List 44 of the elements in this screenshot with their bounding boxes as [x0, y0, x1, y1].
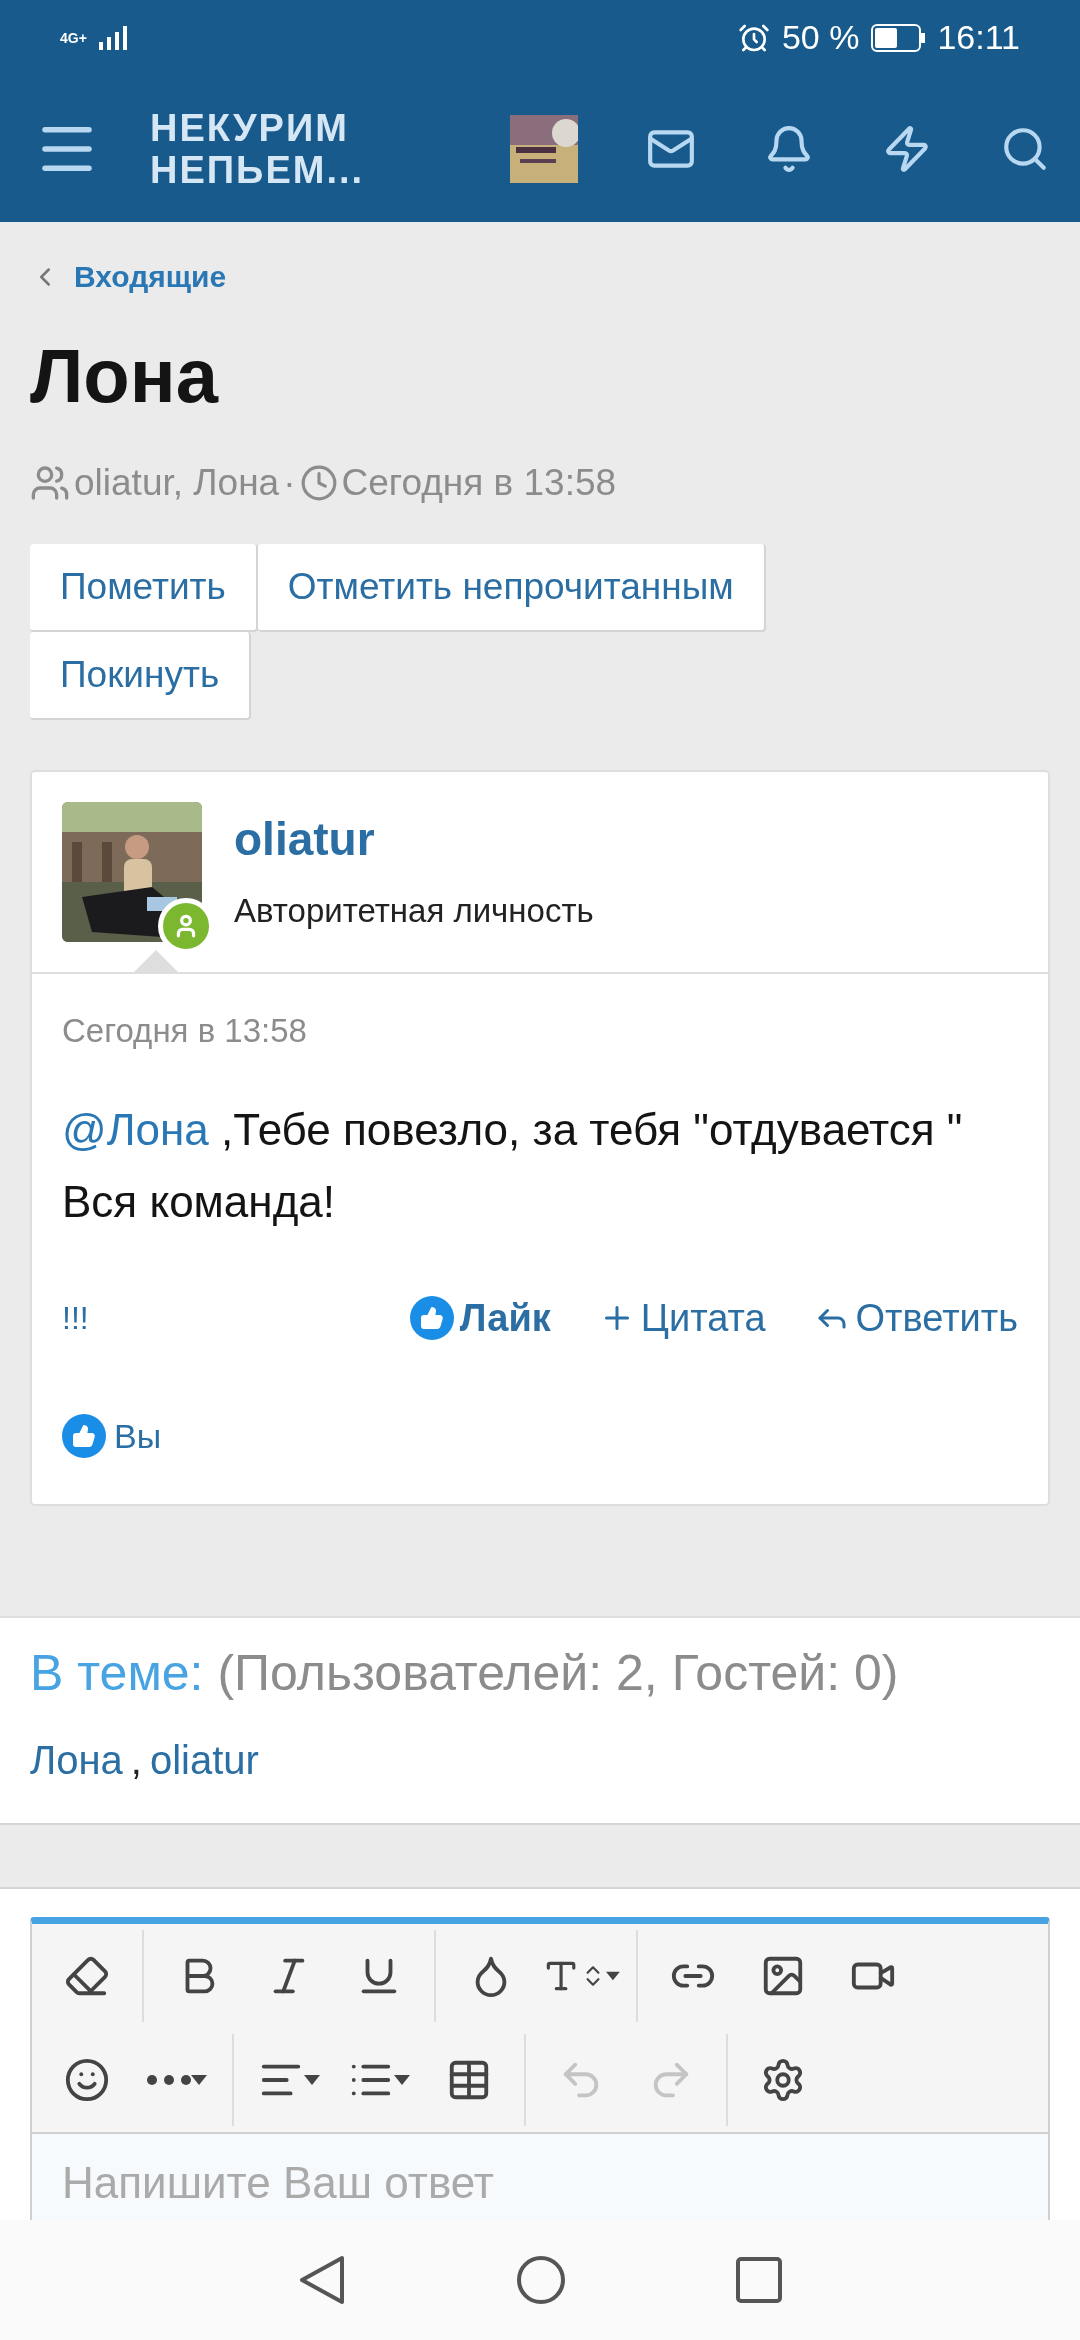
participants: oliatur, Лона [74, 462, 280, 504]
visitor-counts: (Пользователей: 2, Гостей: 0) [217, 1645, 899, 1701]
reactions-link[interactable]: Вы [114, 1416, 162, 1456]
user-link[interactable]: oliatur [149, 1738, 259, 1783]
in-thread-label: В теме: [30, 1645, 204, 1701]
smile-icon [64, 2057, 110, 2103]
like-icon [62, 1414, 106, 1458]
battery-icon [871, 23, 926, 52]
user-title: Авторитетная личность [234, 892, 594, 930]
separator: · [283, 462, 296, 504]
battery-percent: 50 % [781, 18, 860, 57]
separator: , [130, 1738, 142, 1783]
action-button[interactable]: Покинуть [30, 632, 252, 720]
caret-icon [191, 2075, 207, 2085]
conversation-title: Лона [30, 332, 220, 420]
logo-text[interactable]: НЕКУРИМ [150, 106, 365, 149]
like-button[interactable]: Лайк [409, 1296, 551, 1340]
caret-icon [304, 2075, 320, 2085]
network-indicator: 4G+ [60, 30, 87, 45]
extra-link[interactable]: !!! [62, 1299, 89, 1337]
users-icon [30, 463, 70, 503]
author-link[interactable]: oliatur [234, 812, 594, 866]
recents-nav-icon[interactable] [736, 2257, 782, 2303]
signal-icon [98, 25, 129, 50]
mention-link[interactable]: @Лона [62, 1105, 209, 1154]
back-nav-icon[interactable] [298, 2254, 346, 2306]
clock-time: 16:11 [937, 18, 1020, 57]
message-time: Сегодня в 13:58 [62, 1012, 308, 1050]
reply-field[interactable]: Напишите Ваш ответ [32, 2132, 1048, 2220]
user-link[interactable]: Лона [30, 1738, 123, 1783]
caret-icon [394, 2075, 410, 2085]
action-button[interactable]: Пометить [30, 544, 258, 632]
home-nav-icon[interactable] [516, 2255, 566, 2305]
clock-icon [299, 464, 338, 502]
quote-button[interactable]: Цитата [598, 1296, 766, 1340]
action-button[interactable]: Отметить непрочитанным [257, 544, 766, 632]
message-text: @Лона ,Тебе повезло, за тебя "отдувается " Вся команда! [62, 1104, 964, 1228]
logo-text[interactable]: НЕПЬЕМ... [150, 148, 365, 191]
reply-button[interactable]: Ответить [813, 1296, 1018, 1340]
caret-icon [606, 1971, 620, 1981]
back-link[interactable]: Входящие [30, 260, 227, 294]
like-icon [409, 1296, 454, 1340]
conversation-date: Сегодня в 13:58 [341, 462, 617, 504]
dots-icon [147, 2075, 191, 2085]
